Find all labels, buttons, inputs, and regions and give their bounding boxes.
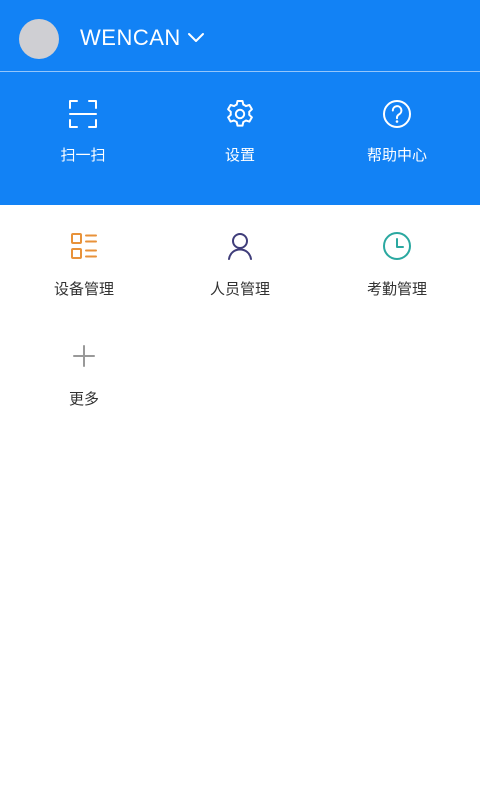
personnel-management-label: 人员管理 [209, 280, 270, 298]
device-management-button[interactable]: 设备管理 [9, 205, 159, 305]
settings-label: 设置 [224, 146, 255, 164]
settings-button[interactable]: 设置 [170, 72, 310, 205]
gear-icon [227, 100, 253, 127]
module-grid: 设备管理 人员管理 考勤管理 更多 [0, 205, 480, 800]
scan-label: 扫一扫 [60, 146, 106, 164]
more-label: 更多 [68, 390, 99, 408]
chevron-down-icon [187, 33, 204, 42]
quick-actions: 扫一扫 设置 帮助中心 [0, 72, 480, 205]
clock-icon [383, 232, 411, 260]
avatar[interactable] [19, 19, 59, 59]
scan-button[interactable]: 扫一扫 [13, 72, 153, 205]
help-icon [383, 100, 411, 128]
help-center-label: 帮助中心 [366, 146, 427, 164]
scan-icon [69, 100, 97, 128]
person-icon [228, 233, 252, 260]
device-management-label: 设备管理 [53, 280, 114, 298]
attendance-management-label: 考勤管理 [366, 280, 427, 298]
device-list-icon [71, 233, 97, 259]
plus-icon [73, 345, 95, 367]
personnel-management-button[interactable]: 人员管理 [165, 205, 315, 305]
header: WENCAN 扫一扫 设置 帮助中心 [0, 0, 480, 205]
more-button[interactable]: 更多 [9, 315, 159, 415]
help-center-button[interactable]: 帮助中心 [327, 72, 467, 205]
attendance-management-button[interactable]: 考勤管理 [322, 205, 472, 305]
account-switcher[interactable]: WENCAN [80, 24, 205, 52]
username: WENCAN [80, 25, 181, 50]
top-bar: WENCAN [0, 0, 480, 71]
